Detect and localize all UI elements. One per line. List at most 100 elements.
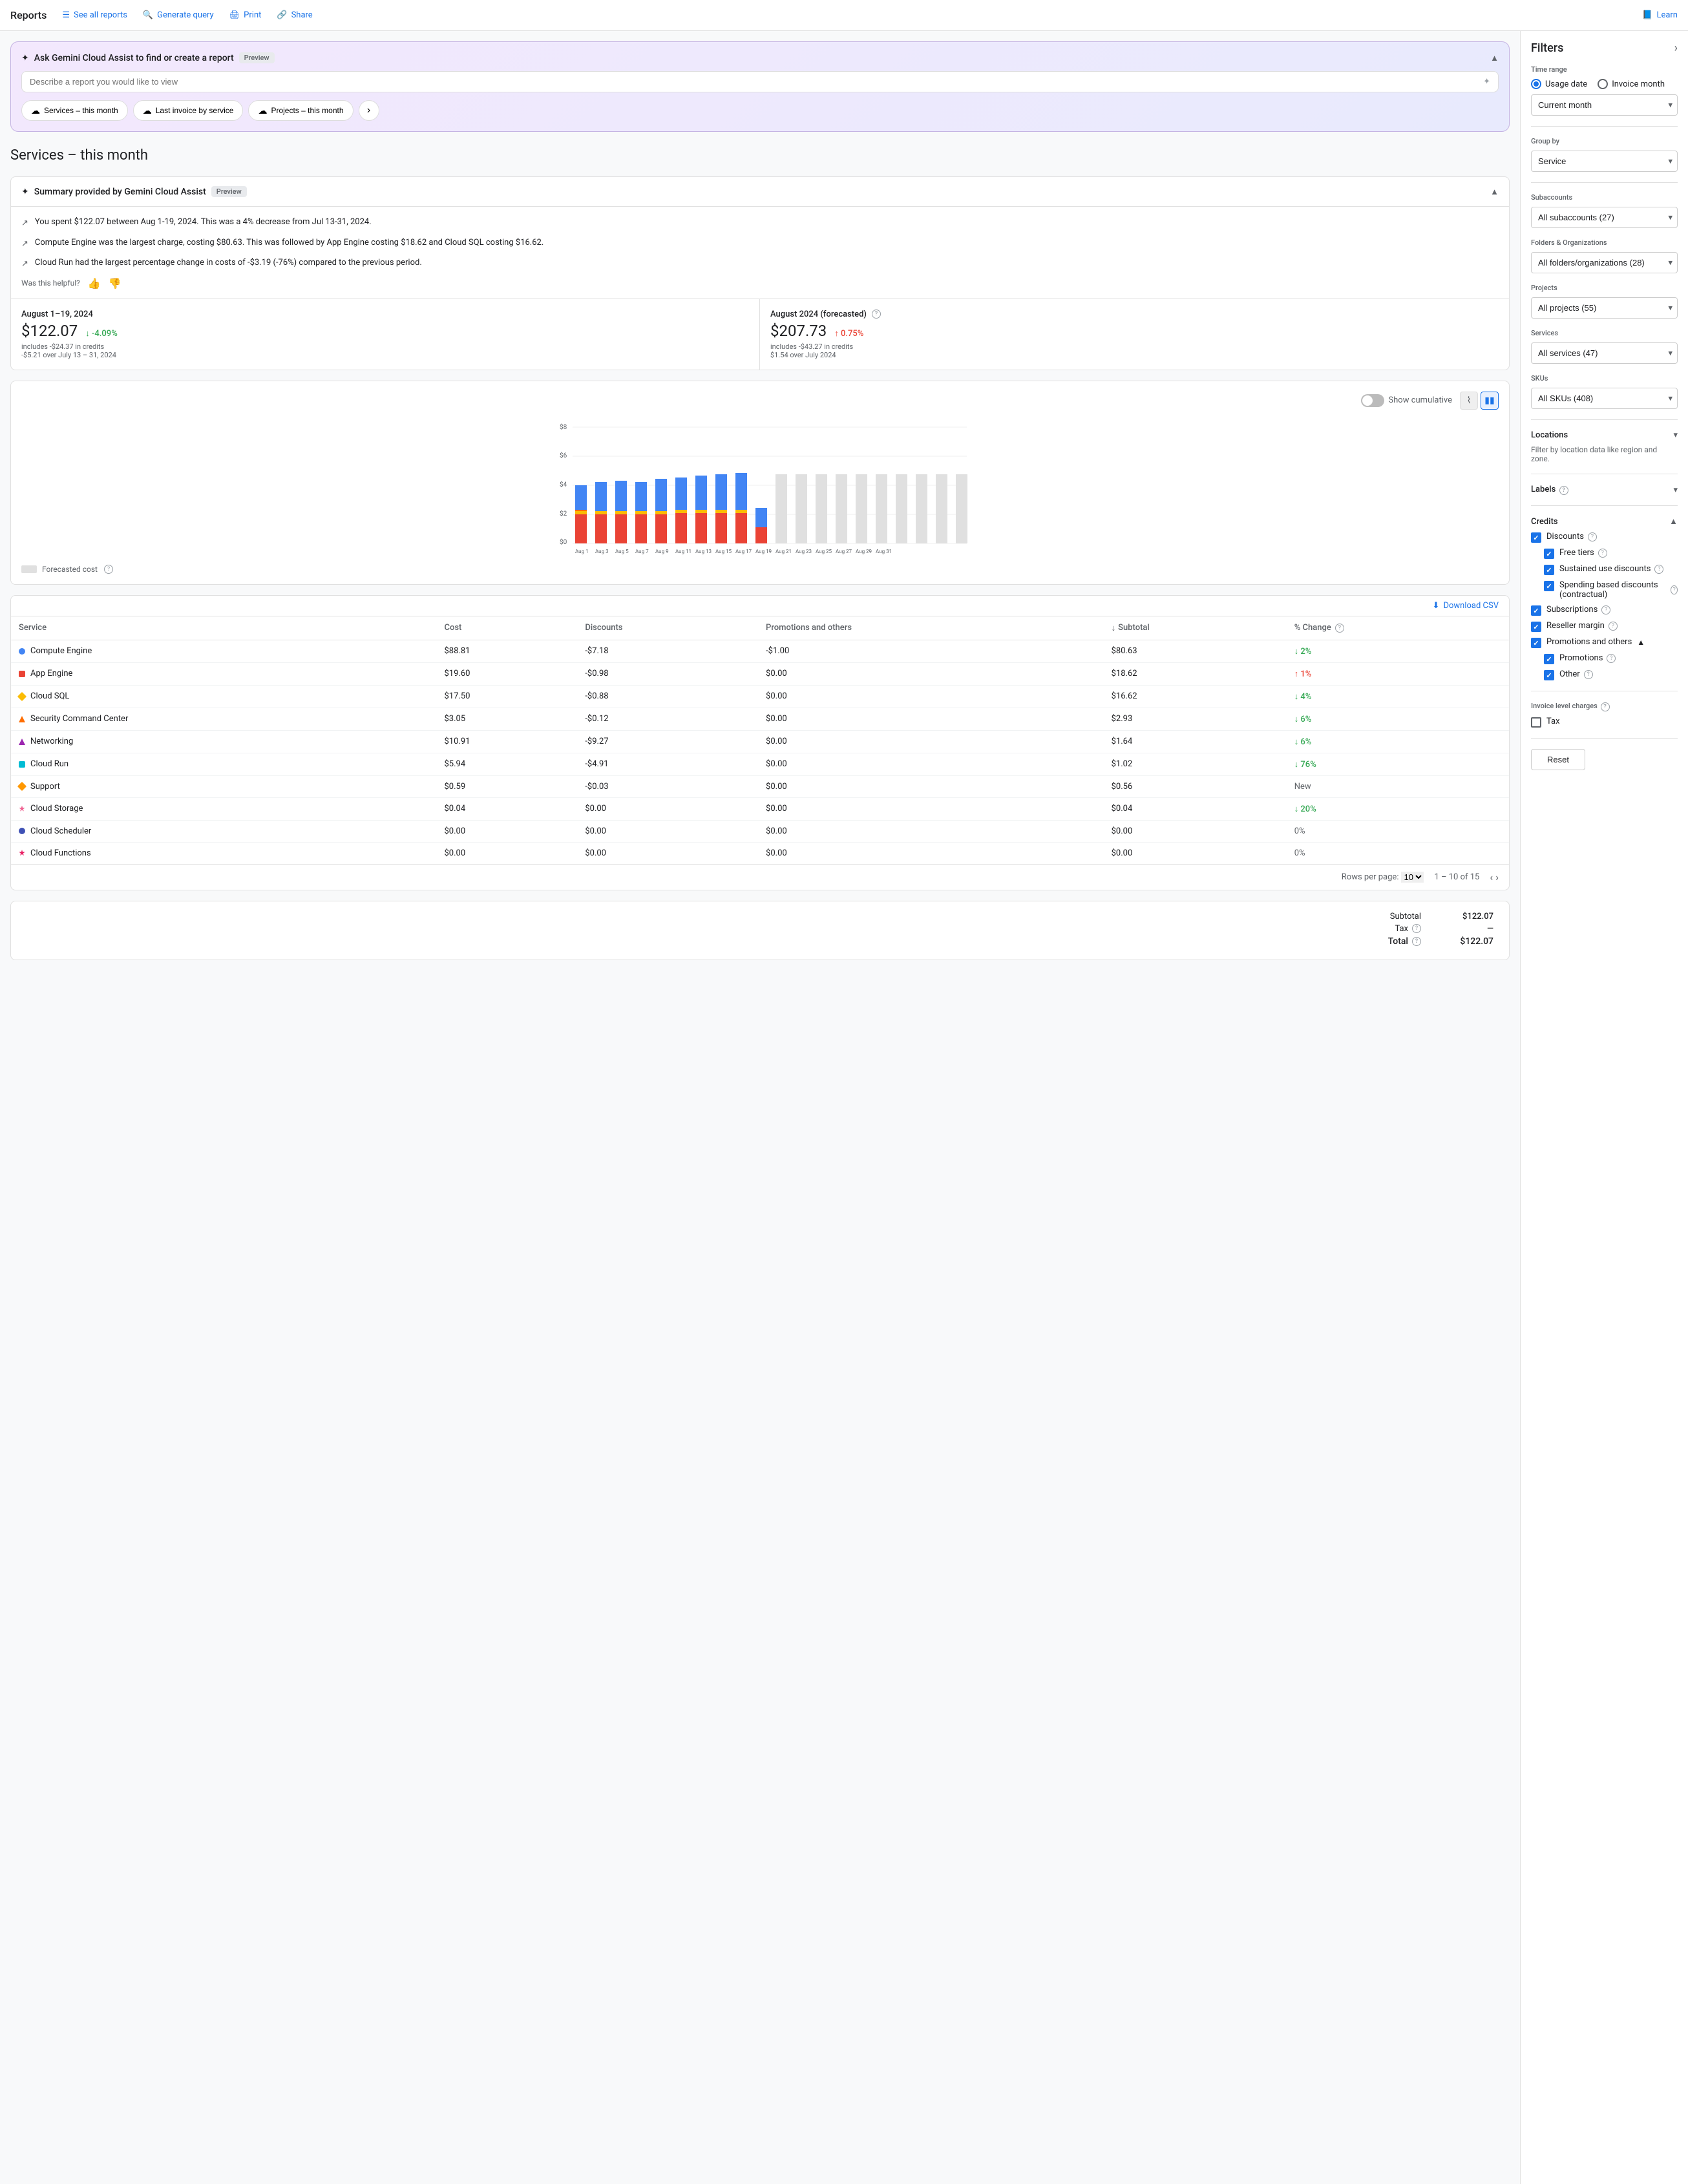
- free-tiers-help-icon[interactable]: ?: [1598, 549, 1607, 558]
- promotions-sub-help-icon[interactable]: ?: [1607, 654, 1616, 663]
- group-by-select-wrap: Service ▾: [1531, 151, 1678, 172]
- see-all-reports-link[interactable]: ☰ See all reports: [62, 10, 127, 20]
- promotions-checkbox[interactable]: [1531, 638, 1541, 648]
- sustained-help-icon[interactable]: ?: [1654, 565, 1663, 574]
- labels-help-icon[interactable]: ?: [1559, 486, 1568, 495]
- invoice-month-option[interactable]: Invoice month: [1598, 79, 1665, 89]
- skus-select[interactable]: All SKUs (408): [1531, 388, 1678, 409]
- folders-select[interactable]: All folders/organizations (28): [1531, 252, 1678, 273]
- thumbs-down-button[interactable]: 👎: [109, 277, 121, 289]
- services-section: Services All services (47) ▾: [1531, 329, 1678, 364]
- toggle-thumb: [1362, 395, 1373, 406]
- page-range: 1 – 10 of 15: [1434, 872, 1479, 882]
- group-by-select[interactable]: Service: [1531, 151, 1678, 172]
- promotions-sub-checkbox[interactable]: [1544, 654, 1554, 664]
- other-checkbox[interactable]: [1544, 670, 1554, 680]
- credits-collapse-icon[interactable]: ▲: [1669, 516, 1678, 527]
- quick-report-invoice[interactable]: ☁ Last invoice by service: [133, 100, 244, 121]
- cumulative-toggle[interactable]: Show cumulative: [1361, 394, 1452, 407]
- gemini-search-input[interactable]: [30, 77, 1478, 87]
- gemini-bar: ✦ Ask Gemini Cloud Assist to find or cre…: [10, 41, 1510, 132]
- spending-checkbox[interactable]: [1544, 581, 1554, 591]
- reseller-item: Reseller margin ?: [1531, 621, 1678, 632]
- collapse-icon[interactable]: ▲: [1490, 53, 1499, 63]
- discounts-help-icon[interactable]: ?: [1588, 532, 1597, 541]
- line-chart-button[interactable]: ⌇: [1460, 392, 1478, 410]
- locations-collapse-icon[interactable]: ▾: [1673, 430, 1678, 440]
- service-name: Support: [30, 782, 60, 792]
- projects-label: Projects: [1531, 284, 1678, 292]
- credits-label: Credits: [1531, 517, 1558, 527]
- service-name: App Engine: [30, 669, 72, 678]
- quick-report-services-label: Services – this month: [44, 106, 118, 115]
- labels-header: Labels ? ▾: [1531, 485, 1678, 495]
- download-csv-button[interactable]: ⬇ Download CSV: [1433, 601, 1499, 611]
- divider-1: [1531, 126, 1678, 127]
- tax-help-icon[interactable]: ?: [1412, 924, 1421, 933]
- rows-per-page-select[interactable]: 10 25 50: [1401, 872, 1424, 883]
- service-icon: [19, 671, 25, 677]
- rows-per-page: Rows per page: 10 25 50: [1342, 872, 1424, 883]
- filters-collapse-icon[interactable]: ›: [1674, 41, 1678, 55]
- svg-text:$0: $0: [560, 538, 567, 546]
- projects-select[interactable]: All projects (55): [1531, 297, 1678, 319]
- prev-page-button[interactable]: ‹: [1490, 871, 1493, 883]
- table-row: Compute Engine $88.81 -$7.18 -$1.00 $80.…: [11, 640, 1509, 662]
- usage-date-radio: [1531, 79, 1541, 89]
- other-help-icon[interactable]: ?: [1584, 670, 1593, 679]
- sustained-item: Sustained use discounts ?: [1531, 564, 1678, 575]
- thumbs-up-button[interactable]: 👍: [88, 277, 101, 289]
- more-reports-button[interactable]: ›: [359, 100, 379, 121]
- free-tiers-checkbox[interactable]: [1544, 549, 1554, 559]
- next-page-button[interactable]: ›: [1495, 871, 1499, 883]
- current-month-select[interactable]: Current month: [1531, 94, 1678, 116]
- discounts-checkbox[interactable]: [1531, 532, 1541, 543]
- services-select[interactable]: All services (47): [1531, 342, 1678, 364]
- subscriptions-checkbox[interactable]: [1531, 605, 1541, 616]
- change-value: ↓ 76%: [1294, 759, 1316, 770]
- credits-section: Credits ▲ Discounts ? Free tiers ?: [1531, 516, 1678, 680]
- sustained-checkbox[interactable]: [1544, 565, 1554, 575]
- page-title: Services – this month: [10, 147, 1510, 163]
- change-help-icon[interactable]: ?: [1335, 624, 1344, 633]
- print-link[interactable]: 🖨 Print: [229, 10, 262, 20]
- locations-header: Locations ▾: [1531, 430, 1678, 440]
- usage-date-option[interactable]: Usage date: [1531, 79, 1587, 89]
- generate-query-link[interactable]: 🔍 Generate query: [143, 10, 214, 20]
- reset-label: Reset: [1547, 755, 1569, 764]
- service-icon: [19, 828, 25, 834]
- invoice-month-radio: [1598, 79, 1608, 89]
- page-navigation: ‹ ›: [1490, 871, 1499, 883]
- spending-item: Spending based discounts (contractual) ?: [1531, 580, 1678, 600]
- subaccounts-label: Subaccounts: [1531, 193, 1678, 202]
- forecasted-help-icon[interactable]: ?: [872, 310, 881, 319]
- quick-report-projects[interactable]: ☁ Projects – this month: [248, 100, 353, 121]
- tax-checkbox[interactable]: [1531, 717, 1541, 728]
- subscriptions-help-icon[interactable]: ?: [1601, 605, 1610, 614]
- promotions-item: Promotions and others ▲: [1531, 637, 1678, 648]
- usage-date-label: Usage date: [1545, 79, 1587, 89]
- gemini-title: ✦ Ask Gemini Cloud Assist to find or cre…: [21, 52, 275, 63]
- reset-button[interactable]: Reset: [1531, 749, 1585, 770]
- forecasted-legend-help[interactable]: ?: [104, 565, 113, 574]
- total-help-icon[interactable]: ?: [1412, 937, 1421, 946]
- invoice-charges-help-icon[interactable]: ?: [1601, 702, 1610, 711]
- promotions-collapse-icon[interactable]: ▲: [1637, 638, 1645, 647]
- gemini-input-row: ✦: [21, 71, 1499, 92]
- labels-collapse-icon[interactable]: ▾: [1673, 485, 1678, 495]
- filters-title: Filters: [1531, 41, 1563, 55]
- quick-report-services[interactable]: ☁ Services – this month: [21, 100, 128, 121]
- service-icon: [19, 739, 25, 745]
- summary-collapse-icon[interactable]: ▲: [1490, 187, 1499, 197]
- summary-text-3: Cloud Run had the largest percentage cha…: [35, 257, 422, 269]
- bar-chart-button[interactable]: ▮▮: [1481, 392, 1499, 410]
- total-label: Total ?: [1388, 936, 1421, 947]
- spending-help-icon[interactable]: ?: [1671, 585, 1678, 594]
- share-link[interactable]: 🔗 Share: [277, 10, 312, 20]
- learn-link[interactable]: 📘 Learn: [1642, 10, 1678, 20]
- svg-text:Aug 13: Aug 13: [695, 549, 712, 554]
- skus-label: SKUs: [1531, 374, 1678, 383]
- reseller-checkbox[interactable]: [1531, 622, 1541, 632]
- subaccounts-select[interactable]: All subaccounts (27): [1531, 207, 1678, 228]
- reseller-help-icon[interactable]: ?: [1609, 622, 1618, 631]
